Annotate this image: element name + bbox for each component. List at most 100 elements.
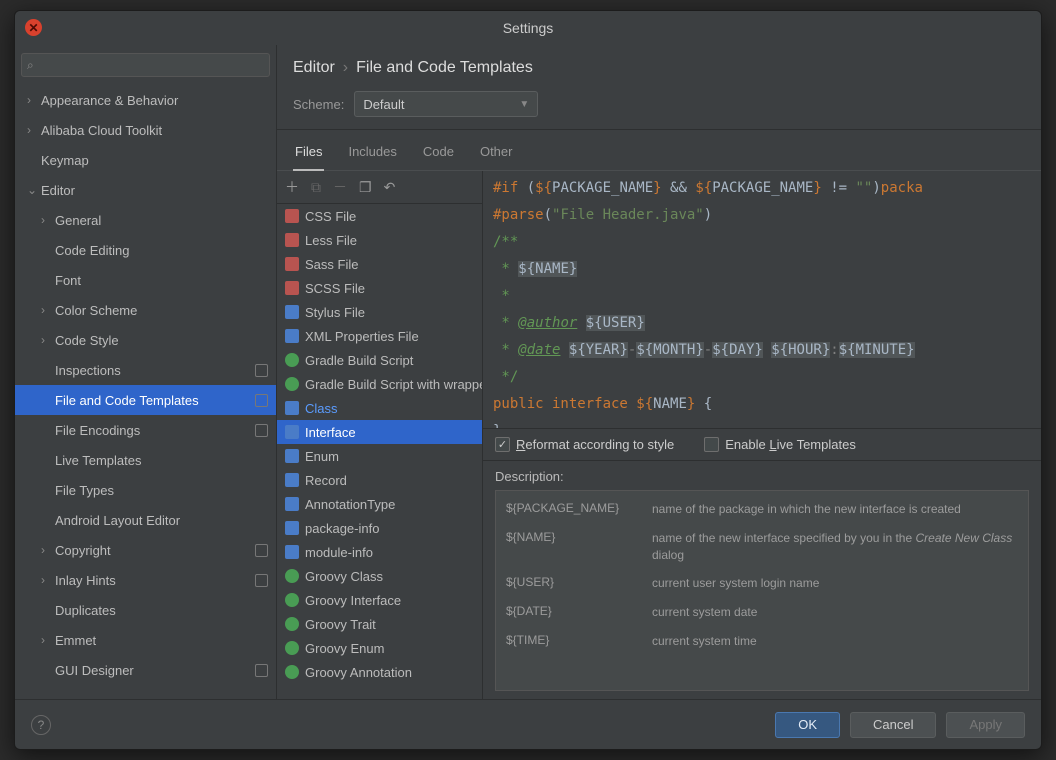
tree-item[interactable]: Duplicates xyxy=(15,595,276,625)
file-type-icon xyxy=(285,449,299,463)
template-file-row[interactable]: module-info xyxy=(277,540,482,564)
description-panel[interactable]: ${PACKAGE_NAME}name of the package in wh… xyxy=(495,490,1029,691)
tree-item-label: Copyright xyxy=(55,543,111,558)
template-file-row[interactable]: Gradle Build Script with wrapper xyxy=(277,372,482,396)
add-icon[interactable]: ＋ xyxy=(285,177,299,197)
file-type-icon xyxy=(285,305,299,319)
search-input[interactable] xyxy=(21,53,270,77)
template-file-row[interactable]: Less File xyxy=(277,228,482,252)
template-file-list[interactable]: CSS FileLess FileSass FileSCSS FileStylu… xyxy=(277,204,482,699)
chevron-icon: › xyxy=(41,213,55,227)
template-file-row[interactable]: Class xyxy=(277,396,482,420)
tree-item[interactable]: Android Layout Editor xyxy=(15,505,276,535)
template-code-editor[interactable]: #if (${PACKAGE_NAME} && ${PACKAGE_NAME} … xyxy=(483,171,1041,429)
template-file-row[interactable]: Groovy Enum xyxy=(277,636,482,660)
search-icon: ⌕ xyxy=(27,58,34,73)
cancel-button[interactable]: Cancel xyxy=(850,712,936,738)
modified-badge-icon xyxy=(255,664,268,677)
file-type-icon xyxy=(285,545,299,559)
breadcrumb: Editor›File and Code Templates xyxy=(277,45,1041,87)
tree-item[interactable]: ⌄Editor xyxy=(15,175,276,205)
template-file-row[interactable]: Record xyxy=(277,468,482,492)
tree-item[interactable]: Inspections xyxy=(15,355,276,385)
file-type-icon xyxy=(285,593,299,607)
remove-icon[interactable]: － xyxy=(333,177,347,197)
template-file-row[interactable]: AnnotationType xyxy=(277,492,482,516)
tree-item[interactable]: ›Alibaba Cloud Toolkit xyxy=(15,115,276,145)
template-file-row[interactable]: Groovy Annotation xyxy=(277,660,482,684)
file-type-icon xyxy=(285,329,299,343)
apply-button[interactable]: Apply xyxy=(946,712,1025,738)
tree-item-label: Inspections xyxy=(55,363,121,378)
reformat-checkbox[interactable]: ✓ Reformat according to style xyxy=(495,437,674,452)
tab[interactable]: Includes xyxy=(346,138,398,170)
template-file-row[interactable]: Stylus File xyxy=(277,300,482,324)
template-file-row[interactable]: XML Properties File xyxy=(277,324,482,348)
enable-live-templates-checkbox[interactable]: Enable Live Templates xyxy=(704,437,856,452)
tree-item-label: Inlay Hints xyxy=(55,573,116,588)
template-file-row[interactable]: Groovy Trait xyxy=(277,612,482,636)
modified-badge-icon xyxy=(255,364,268,377)
modified-badge-icon xyxy=(255,544,268,557)
modified-badge-icon xyxy=(255,394,268,407)
tab[interactable]: Other xyxy=(478,138,515,170)
tree-item-label: Emmet xyxy=(55,633,96,648)
chevron-icon: › xyxy=(41,303,55,317)
description-label: Description: xyxy=(483,461,1041,490)
settings-tree[interactable]: ›Appearance & Behavior›Alibaba Cloud Too… xyxy=(15,85,276,699)
tree-item[interactable]: Code Editing xyxy=(15,235,276,265)
tree-item-label: File Types xyxy=(55,483,114,498)
template-file-row[interactable]: Groovy Interface xyxy=(277,588,482,612)
duplicate-icon[interactable]: ⧉ xyxy=(311,179,321,196)
tree-item[interactable]: ›Emmet xyxy=(15,625,276,655)
tree-item[interactable]: File Types xyxy=(15,475,276,505)
tree-item-label: General xyxy=(55,213,101,228)
file-type-icon xyxy=(285,641,299,655)
template-file-row[interactable]: Groovy Class xyxy=(277,564,482,588)
undo-icon[interactable]: ↶ xyxy=(384,179,396,196)
tree-item[interactable]: Live Templates xyxy=(15,445,276,475)
tab[interactable]: Code xyxy=(421,138,456,170)
template-file-row[interactable]: Interface xyxy=(277,420,482,444)
tree-item[interactable]: Font xyxy=(15,265,276,295)
tree-item-label: File and Code Templates xyxy=(55,393,199,408)
tree-item[interactable]: ›Code Style xyxy=(15,325,276,355)
template-file-row[interactable]: package-info xyxy=(277,516,482,540)
tree-item[interactable]: Keymap xyxy=(15,145,276,175)
file-type-icon xyxy=(285,521,299,535)
chevron-icon: › xyxy=(41,573,55,587)
file-type-icon xyxy=(285,665,299,679)
ok-button[interactable]: OK xyxy=(775,712,840,738)
template-file-row[interactable]: SCSS File xyxy=(277,276,482,300)
file-type-icon xyxy=(285,617,299,631)
tree-item[interactable]: ›General xyxy=(15,205,276,235)
modified-badge-icon xyxy=(255,574,268,587)
tree-item[interactable]: ›Inlay Hints xyxy=(15,565,276,595)
window-title: Settings xyxy=(503,20,554,36)
copy-icon[interactable]: ❐ xyxy=(359,179,372,196)
template-toolbar: ＋ ⧉ － ❐ ↶ xyxy=(277,171,482,204)
tree-item-label: Live Templates xyxy=(55,453,141,468)
chevron-icon: › xyxy=(41,633,55,647)
modified-badge-icon xyxy=(255,424,268,437)
template-file-row[interactable]: Enum xyxy=(277,444,482,468)
close-icon[interactable]: ✕ xyxy=(25,19,42,36)
tree-item[interactable]: File and Code Templates xyxy=(15,385,276,415)
file-type-icon xyxy=(285,233,299,247)
tree-item[interactable]: ›Color Scheme xyxy=(15,295,276,325)
chevron-icon: › xyxy=(27,93,41,107)
tree-item-label: Alibaba Cloud Toolkit xyxy=(41,123,162,138)
tree-item[interactable]: ›Appearance & Behavior xyxy=(15,85,276,115)
scheme-select[interactable]: Default ▼ xyxy=(354,91,538,117)
tree-item[interactable]: ›Copyright xyxy=(15,535,276,565)
help-icon[interactable]: ? xyxy=(31,715,51,735)
tree-item[interactable]: File Encodings xyxy=(15,415,276,445)
tree-item[interactable]: GUI Designer xyxy=(15,655,276,685)
template-file-row[interactable]: Gradle Build Script xyxy=(277,348,482,372)
template-file-row[interactable]: CSS File xyxy=(277,204,482,228)
tree-item-label: Duplicates xyxy=(55,603,116,618)
tab[interactable]: Files xyxy=(293,138,324,171)
file-type-icon xyxy=(285,401,299,415)
tree-item-label: Editor xyxy=(41,183,75,198)
template-file-row[interactable]: Sass File xyxy=(277,252,482,276)
